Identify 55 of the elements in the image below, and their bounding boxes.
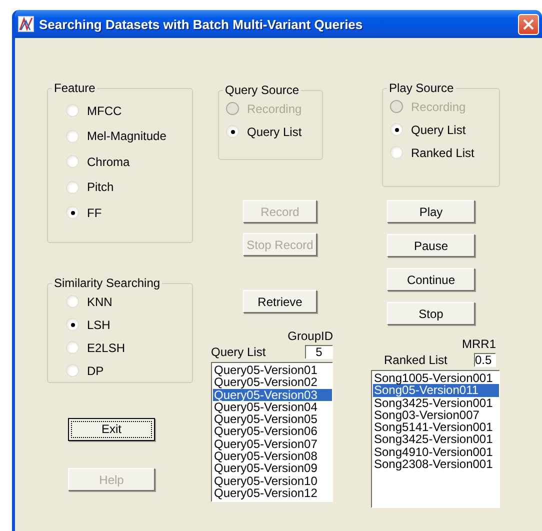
list-label: Ranked List [384,353,448,367]
list-item[interactable]: Song4910-Version001 [373,446,499,458]
field-label: MRR1 [462,337,496,351]
group-label: Query Source [224,83,300,97]
radio-label: Ranked List [411,146,474,160]
list-item[interactable]: Song3425-Version001 [373,433,499,446]
pause-button[interactable]: Pause [387,234,475,257]
list-item[interactable]: Query05-Version03 [213,388,332,401]
window-title: Searching Datasets with Batch Multi-Variant Queries [39,16,364,32]
mrr-field[interactable]: 0.5 [474,353,496,367]
list-item[interactable]: Song2308-Version001 [373,458,499,470]
app-icon [18,16,34,32]
group-label: Play Source [388,81,455,95]
list-item[interactable]: Song03-Version007 [373,408,499,422]
close-icon [523,18,534,30]
exit-button[interactable]: Exit [68,418,155,441]
radio-label: MFCC [87,104,122,118]
list-item[interactable]: Query05-Version12 [213,486,332,500]
radio-label: E2LSH [87,340,126,354]
list-item[interactable]: Query05-Version06 [213,425,332,438]
list-item[interactable]: Song3425-Version001 [373,396,499,409]
radio-label: Pitch [87,180,114,194]
list-item[interactable]: Query05-Version07 [213,438,332,450]
stop-button[interactable]: Stop [387,302,475,325]
radio-label: Chroma [87,154,130,169]
list-label: Query List [211,345,266,359]
list-item[interactable]: Query05-Version04 [213,400,332,414]
play-button[interactable]: Play [387,200,475,223]
list-item[interactable]: Query05-Version09 [213,462,332,475]
radio-label: FF [87,206,102,220]
ranked-listbox[interactable]: Song1005-Version001 Song05-Version011 Song3425-Version001 Song03-Version007 Song5141-Version001 Song3425-Version001 Song4910-Version001 Song2308-Version001 [371,370,500,508]
list-item[interactable]: Song05-Version011 [373,384,499,397]
radio-label: Recording [247,102,302,116]
radio-label: Recording [411,100,466,114]
radio-label: Query List [411,122,466,136]
list-item[interactable]: Query05-Version08 [213,450,332,462]
radio-label: DP [87,364,104,378]
group-id-field[interactable]: 5 [305,345,333,359]
close-button[interactable] [518,14,539,34]
field-label: GroupID [288,329,333,343]
radio-label: KNN [87,294,112,308]
list-item[interactable]: Song5141-Version001 [373,421,499,434]
list-item[interactable]: Query05-Version05 [213,413,332,426]
group-label: Feature [53,81,96,95]
retrieve-button[interactable]: Retrieve [243,290,317,313]
list-item[interactable]: Query05-Version02 [213,376,332,389]
group-label: Similarity Searching [53,276,162,290]
radio-label: Query List [247,124,302,138]
radio-label: LSH [87,318,110,332]
continue-button[interactable]: Continue [387,268,475,291]
list-item[interactable]: Song1005-Version001 [373,372,499,384]
radio-label: Mel-Magnitude [87,129,166,144]
query-listbox[interactable]: Query05-Version01 Query05-Version02 Query05-Version03 Query05-Version04 Query05-Version05 Query05-Version06 Query05-Version07 Query05-Version08 Query05-Version09 Query05-Version10 Query05-Version12 [211,362,333,502]
list-item[interactable]: Query05-Version10 [213,474,332,487]
list-item[interactable]: Query05-Version01 [213,364,332,376]
